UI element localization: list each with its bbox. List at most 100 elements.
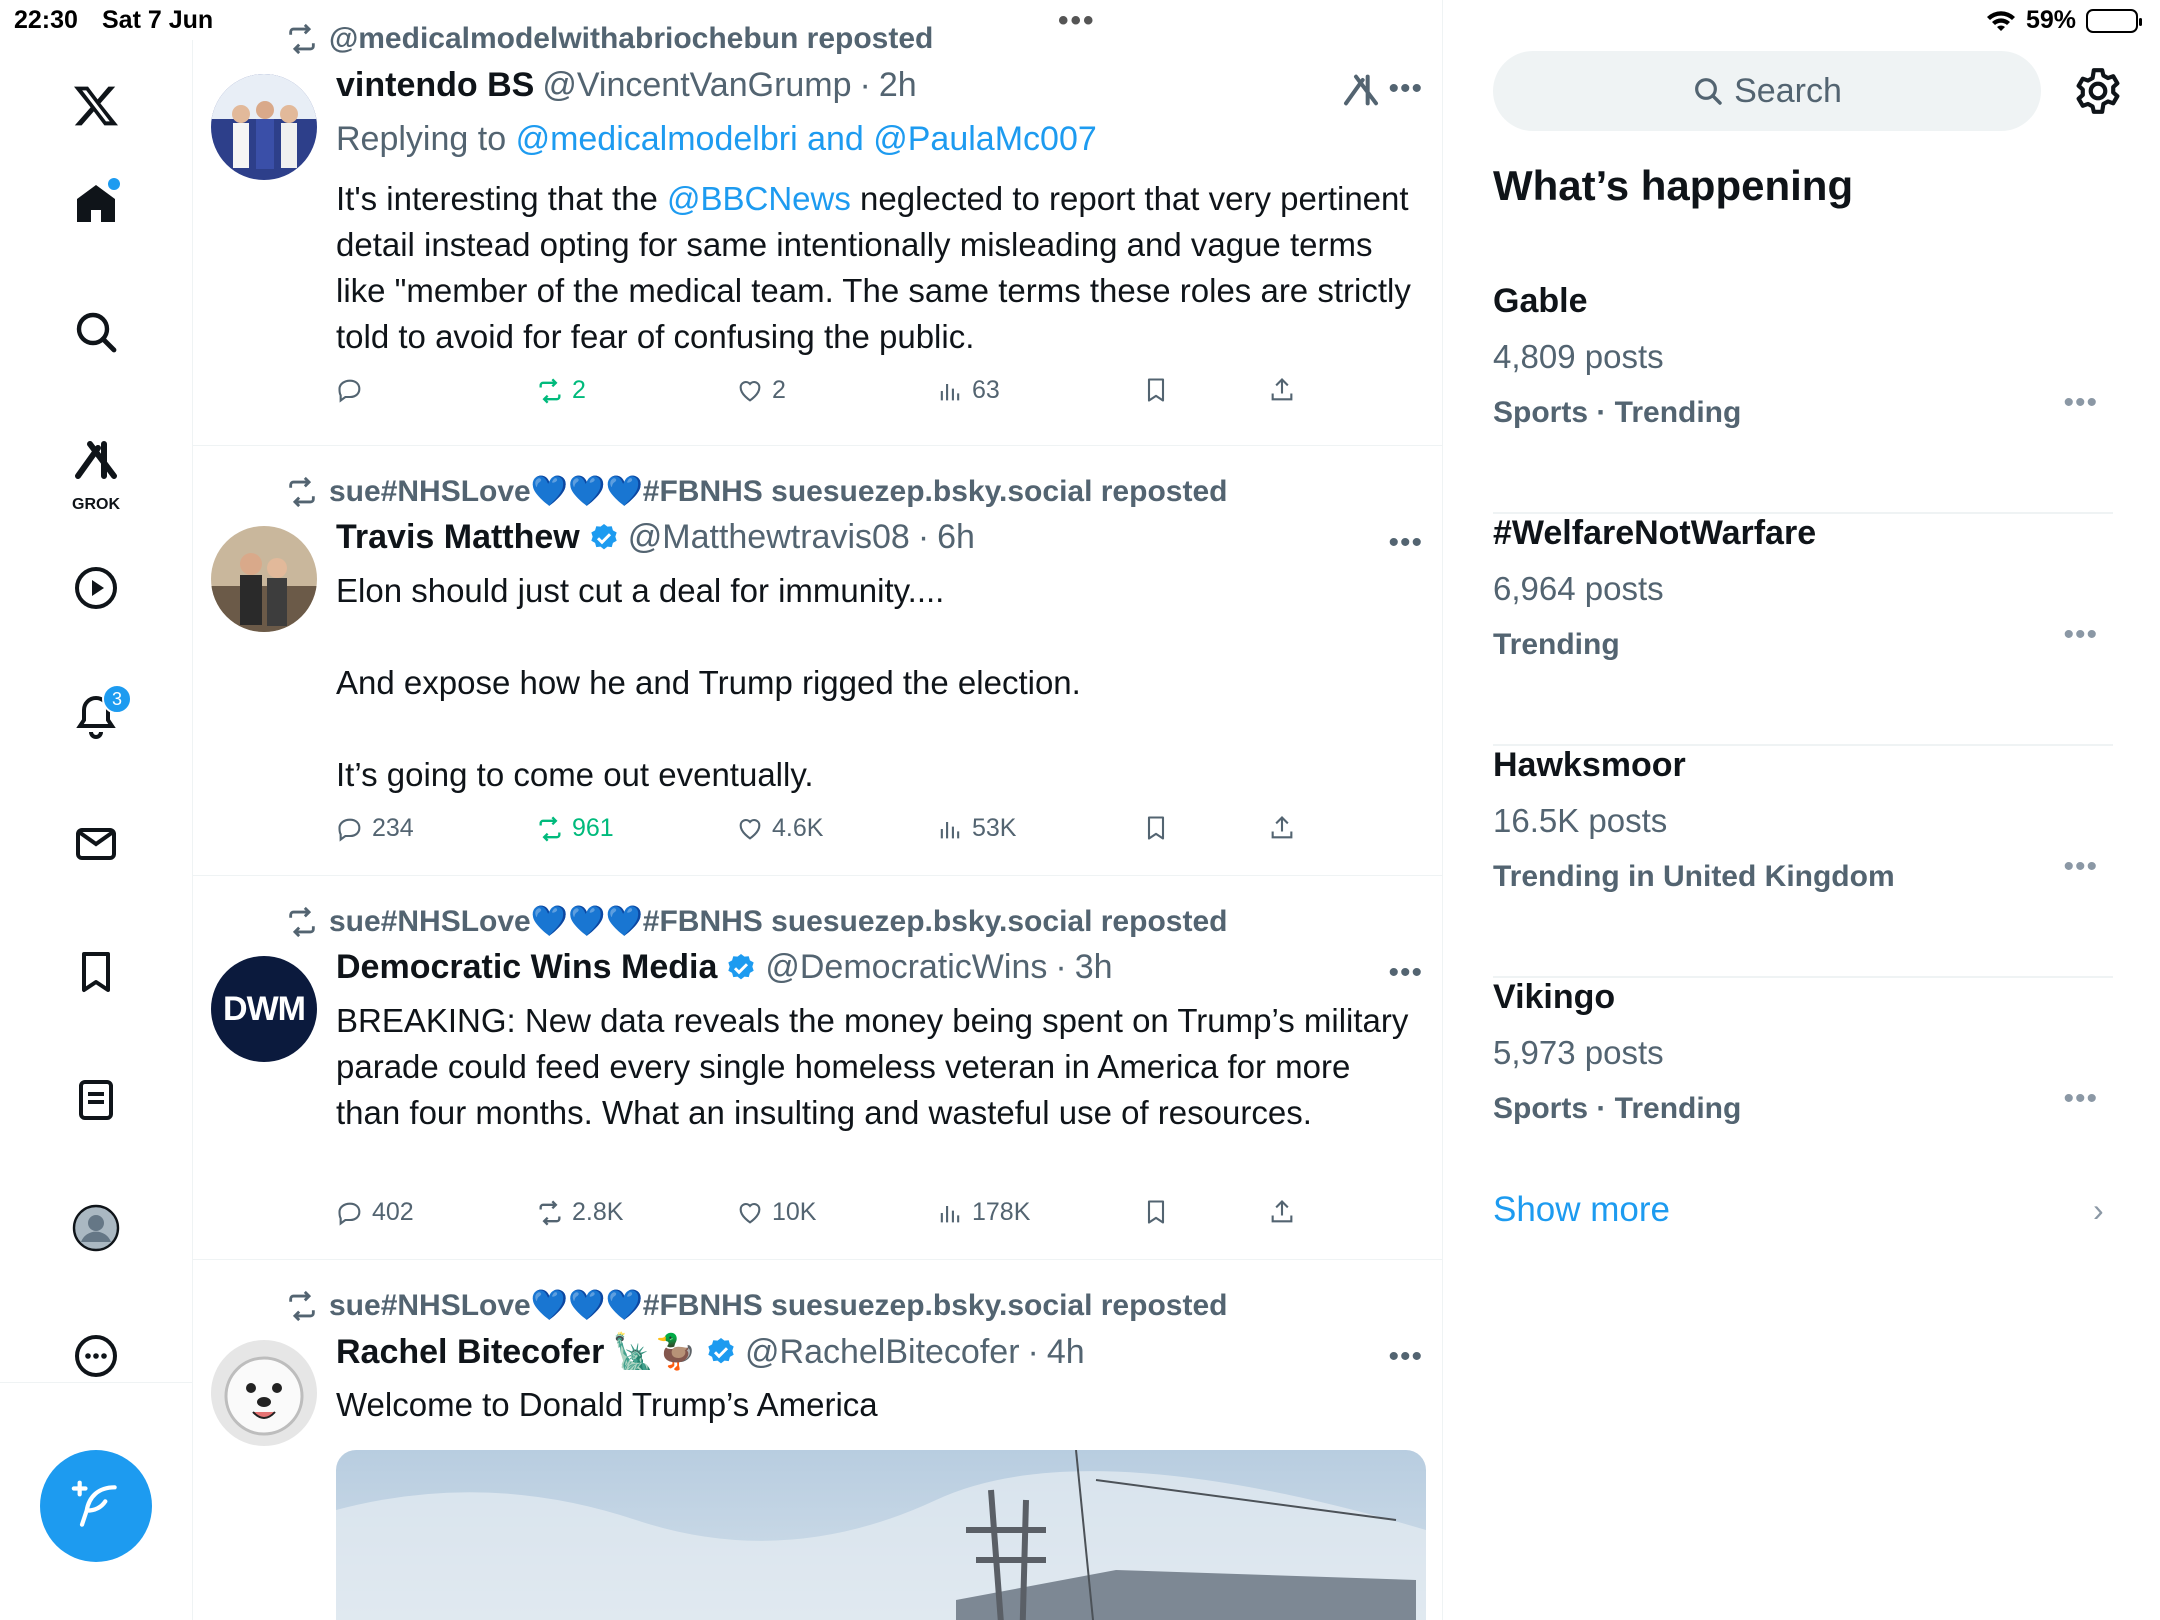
- repost-button[interactable]: 2.8K: [536, 1198, 623, 1227]
- timeline-feed[interactable]: @medicalmodelwithabriochebun reposted vi…: [193, 0, 1443, 1620]
- post[interactable]: sue#NHSLove💙💙💙#FBNHS suesuezep.bsky.soci…: [193, 1260, 1442, 1620]
- more-options-icon[interactable]: [56, 1316, 136, 1396]
- author-name[interactable]: Democratic Wins Media: [336, 948, 717, 987]
- post-more-icon[interactable]: •••: [1388, 72, 1423, 106]
- views-button[interactable]: 53K: [936, 814, 1016, 843]
- post-media-image[interactable]: [336, 1450, 1426, 1620]
- post-time[interactable]: 3h: [1075, 948, 1113, 987]
- x-logo-icon[interactable]: [56, 66, 136, 146]
- like-button[interactable]: 4.6K: [736, 814, 823, 843]
- post-time[interactable]: 2h: [879, 66, 917, 105]
- status-time: 22:30: [14, 6, 78, 34]
- grok-analyze-icon[interactable]: [1341, 70, 1381, 110]
- avatar[interactable]: [211, 526, 317, 632]
- compose-post-button[interactable]: [40, 1450, 152, 1562]
- trend-more-icon[interactable]: •••: [2063, 618, 2098, 652]
- share-icon: [1271, 816, 1293, 839]
- author-name[interactable]: Rachel Bitecofer: [336, 1333, 604, 1372]
- like-button[interactable]: 10K: [736, 1198, 816, 1227]
- reply-count: 402: [372, 1198, 414, 1226]
- post-text: Elon should just cut a deal for immunity…: [336, 568, 1416, 798]
- grok-icon[interactable]: GROK: [56, 420, 136, 520]
- post-time[interactable]: 6h: [937, 518, 975, 557]
- notifications-icon[interactable]: 3: [56, 676, 136, 756]
- right-sidebar: Search What’s happening Gable 4,809 post…: [1443, 0, 2160, 1620]
- heart-icon: [739, 380, 761, 402]
- post-more-icon[interactable]: •••: [1388, 956, 1423, 990]
- like-count: 4.6K: [772, 814, 824, 842]
- reply-button[interactable]: 402: [336, 1198, 414, 1227]
- repost-icon: [289, 476, 315, 507]
- author-name[interactable]: Travis Matthew: [336, 518, 580, 557]
- share-button[interactable]: [1268, 814, 1296, 842]
- lists-icon[interactable]: [56, 1060, 136, 1140]
- search-icon[interactable]: [56, 292, 136, 372]
- trend-more-icon[interactable]: •••: [2063, 850, 2098, 884]
- trend-more-icon[interactable]: •••: [2063, 386, 2098, 420]
- trend-item[interactable]: #WelfareNotWarfare 6,964 posts Trending …: [1493, 514, 2113, 746]
- post-header: Democratic Wins Media @DemocraticWins · …: [336, 948, 1113, 987]
- separator: ·: [1027, 1332, 1039, 1371]
- author-name[interactable]: vintendo BS: [336, 66, 534, 105]
- bookmark-button[interactable]: [1142, 814, 1170, 842]
- author-handle[interactable]: @VincentVanGrump: [542, 66, 851, 105]
- views-button[interactable]: 178K: [936, 1198, 1030, 1227]
- profile-avatar-icon[interactable]: [56, 1188, 136, 1268]
- post[interactable]: @medicalmodelwithabriochebun reposted vi…: [193, 0, 1442, 446]
- repost-button[interactable]: 961: [536, 814, 614, 843]
- avatar-logo-text: DWM: [223, 989, 306, 1028]
- bookmark-button[interactable]: [1142, 1198, 1170, 1226]
- repost-icon: [539, 378, 561, 403]
- post-text: Welcome to Donald Trump’s America: [336, 1386, 878, 1423]
- replying-prefix: Replying to: [336, 120, 507, 158]
- trend-item[interactable]: Hawksmoor 16.5K posts Trending in United…: [1493, 746, 2113, 978]
- video-icon[interactable]: [56, 548, 136, 628]
- post-more-icon[interactable]: •••: [1388, 1340, 1423, 1374]
- repost-by: sue#NHSLove💙💙💙#FBNHS suesuezep.bsky.soci…: [329, 475, 1228, 508]
- trend-item[interactable]: Gable 4,809 posts Sports · Trending •••: [1493, 282, 2113, 514]
- trend-item[interactable]: Vikingo 5,973 posts Sports · Trending ••…: [1493, 978, 2113, 1210]
- post-text-part: It's interesting that the: [336, 180, 658, 217]
- views-icon: [940, 1205, 960, 1222]
- like-button[interactable]: 2: [736, 376, 786, 405]
- bookmarks-icon[interactable]: [56, 932, 136, 1012]
- grok-label: GROK: [72, 496, 120, 513]
- left-nav: GROK 3: [0, 40, 193, 1620]
- repost-icon: [289, 23, 315, 55]
- repost-icon: [289, 906, 315, 937]
- bookmark-button[interactable]: [1142, 376, 1170, 404]
- author-handle[interactable]: @DemocraticWins: [765, 948, 1047, 987]
- author-handle[interactable]: @Matthewtravis08: [628, 518, 910, 557]
- mention-link[interactable]: @BBCNews: [667, 180, 851, 217]
- reply-button[interactable]: [336, 376, 372, 404]
- share-button[interactable]: [1268, 1198, 1296, 1226]
- post[interactable]: sue#NHSLove💙💙💙#FBNHS suesuezep.bsky.soci…: [193, 446, 1442, 876]
- search-input[interactable]: Search: [1493, 51, 2041, 131]
- views-icon: [940, 821, 960, 838]
- replying-to-users[interactable]: @medicalmodelbri and @PaulaMc007: [516, 120, 1097, 158]
- avatar[interactable]: [211, 74, 317, 180]
- search-icon: [1695, 78, 1722, 105]
- post[interactable]: sue#NHSLove💙💙💙#FBNHS suesuezep.bsky.soci…: [193, 876, 1442, 1260]
- post-header: vintendo BS @VincentVanGrump · 2h: [336, 66, 917, 105]
- show-more-link[interactable]: Show more: [1493, 1190, 1670, 1230]
- repost-by: sue#NHSLove💙💙💙#FBNHS suesuezep.bsky.soci…: [329, 905, 1228, 938]
- home-icon[interactable]: [56, 164, 136, 244]
- reply-button[interactable]: 234: [336, 814, 414, 843]
- trend-category: Sports · Trending: [1493, 396, 1742, 429]
- reply-icon: [338, 379, 361, 403]
- repost-button[interactable]: 2: [536, 376, 586, 405]
- avatar[interactable]: [211, 1340, 317, 1446]
- bookmark-icon: [1147, 1200, 1165, 1224]
- post-time[interactable]: 4h: [1047, 1333, 1085, 1372]
- messages-icon[interactable]: [56, 804, 136, 884]
- author-handle[interactable]: @RachelBitecofer: [745, 1333, 1020, 1372]
- trend-more-icon[interactable]: •••: [2063, 1082, 2098, 1116]
- share-button[interactable]: [1268, 376, 1296, 404]
- chevron-right-icon[interactable]: ›: [2093, 1192, 2104, 1229]
- post-more-icon[interactable]: •••: [1388, 526, 1423, 560]
- views-button[interactable]: 63: [936, 376, 1000, 405]
- settings-gear-icon[interactable]: [2073, 66, 2123, 116]
- share-icon: [1271, 378, 1293, 401]
- avatar[interactable]: DWM: [211, 956, 317, 1062]
